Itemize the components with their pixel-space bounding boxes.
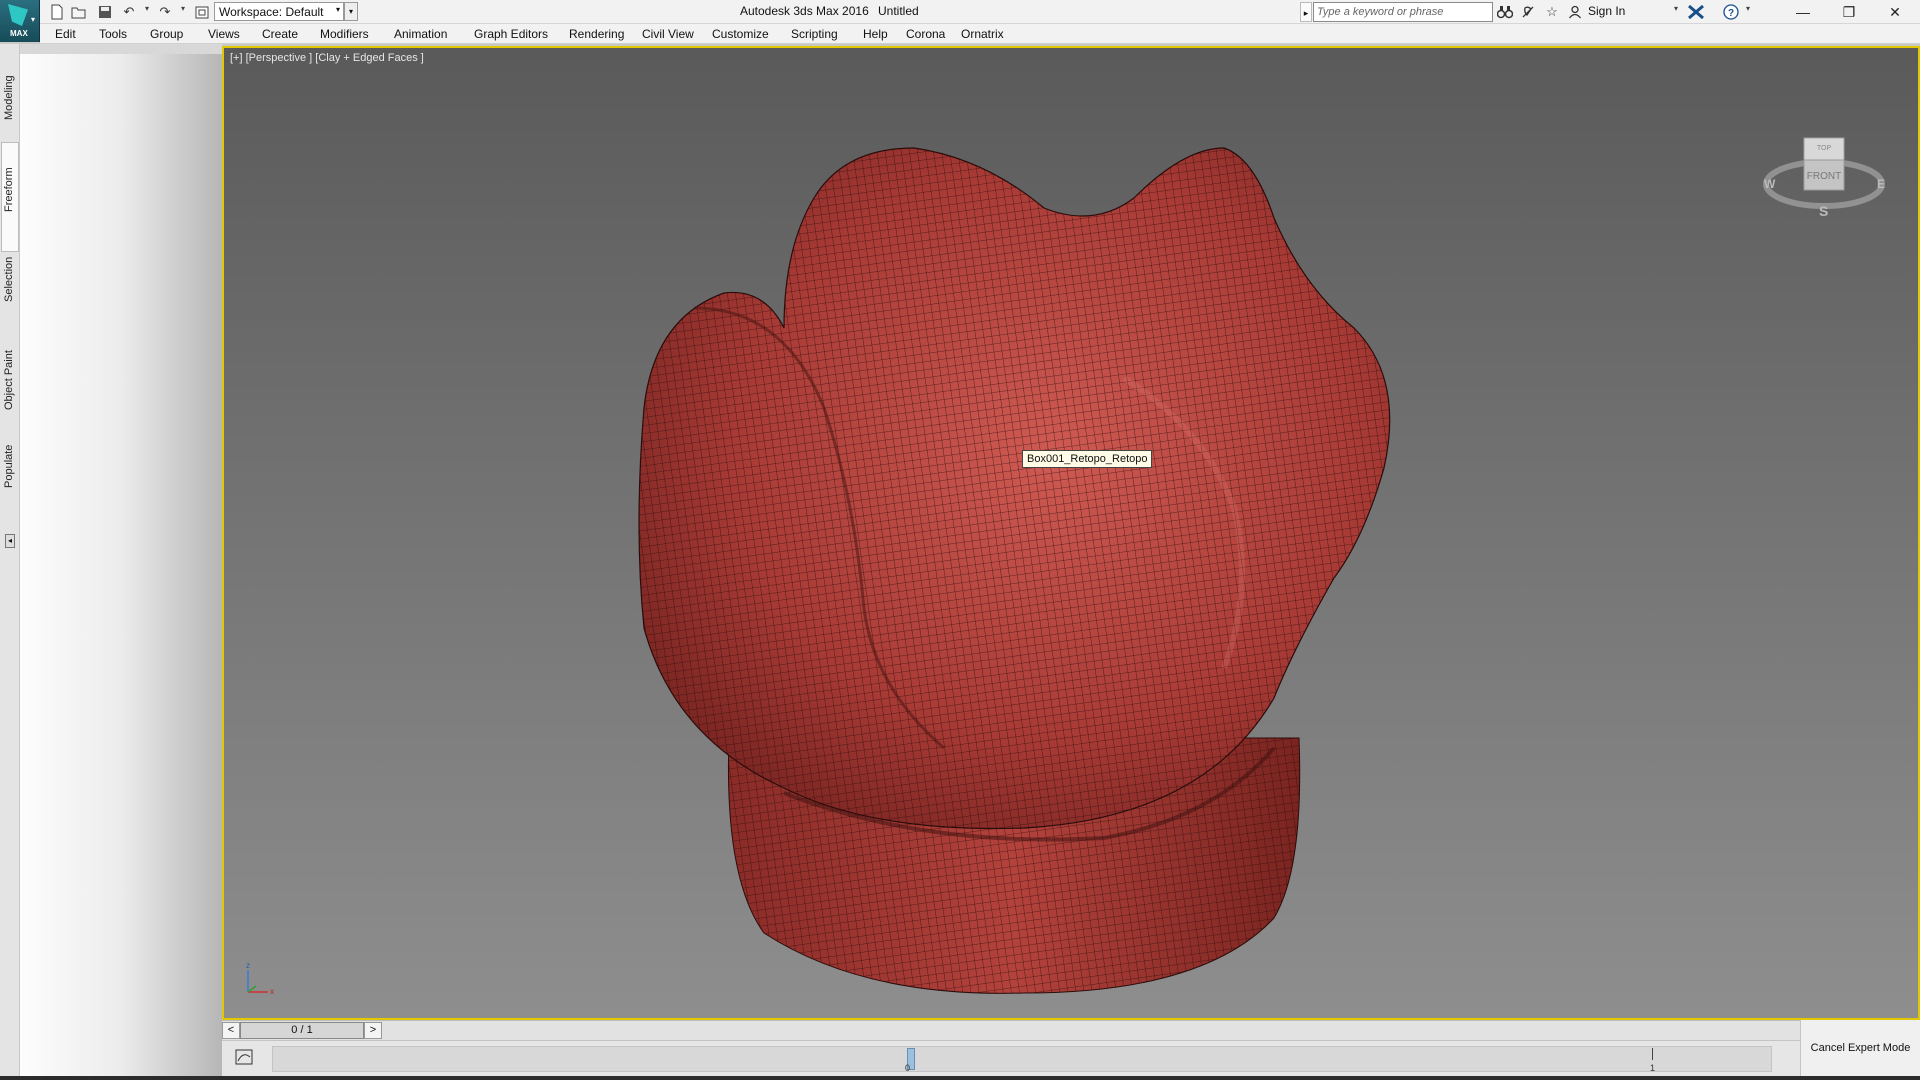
axis-x-label: x xyxy=(270,987,274,996)
redo-dropdown-icon[interactable]: ▾ xyxy=(181,4,185,13)
favorites-star-icon[interactable]: ☆ xyxy=(1543,3,1561,21)
search-expand-button[interactable]: ▸ xyxy=(1300,2,1312,22)
ribbon-minimize-toggle[interactable]: ◂ xyxy=(5,534,15,548)
max-logo-icon xyxy=(8,4,28,26)
help-icon[interactable]: ? xyxy=(1722,3,1740,21)
application-menu-button[interactable]: MAX ▾ xyxy=(0,0,40,42)
menu-civil-view[interactable]: Civil View xyxy=(642,27,694,41)
undo-icon[interactable]: ↶ xyxy=(120,3,138,21)
ribbon-tab-strip: Modeling Freeform Selection Object Paint… xyxy=(0,44,20,1080)
viewport-label[interactable]: [+] [Perspective ] [Clay + Edged Faces ] xyxy=(230,52,424,64)
viewcube-top-label: TOP xyxy=(1817,145,1832,152)
axis-tripod-icon: z x xyxy=(246,961,274,996)
quick-access-customize-button[interactable]: ▾ xyxy=(344,2,358,21)
menu-modifiers[interactable]: Modifiers xyxy=(320,27,369,41)
communication-center-icon[interactable] xyxy=(1519,3,1537,21)
time-slider-thumb[interactable]: 0 / 1 xyxy=(240,1022,364,1039)
trackbar-rail[interactable]: 0 1 xyxy=(272,1046,1772,1073)
workspace-label: Workspace: Default xyxy=(219,5,324,19)
project-folder-icon[interactable] xyxy=(193,3,211,21)
compass-south-label: S xyxy=(1819,203,1828,218)
tab-object-paint-label: Object Paint xyxy=(3,350,15,410)
menu-bar: Edit Tools Group Views Create Modifiers … xyxy=(40,24,1920,44)
viewcube-front-label: FRONT xyxy=(1807,171,1841,182)
trackbar-tick-mark xyxy=(1652,1048,1653,1060)
trackbar-tick-label: 0 xyxy=(905,1063,911,1073)
new-file-icon[interactable] xyxy=(48,3,66,21)
redo-icon[interactable]: ↷ xyxy=(156,3,174,21)
search-input[interactable] xyxy=(1313,2,1493,22)
curve-editor-icon[interactable] xyxy=(234,1049,254,1067)
save-icon[interactable] xyxy=(96,3,114,21)
compass-west-label: W xyxy=(1764,177,1776,191)
menu-create[interactable]: Create xyxy=(262,27,298,41)
menu-customize[interactable]: Customize xyxy=(712,27,769,41)
object-name-tooltip: Box001_Retopo_Retopo xyxy=(1022,450,1153,468)
compass-east-label: E xyxy=(1877,177,1885,191)
undo-dropdown-icon[interactable]: ▾ xyxy=(145,4,149,13)
viewport-canvas xyxy=(638,147,1391,994)
minimize-button[interactable]: — xyxy=(1780,0,1826,24)
menu-scripting[interactable]: Scripting xyxy=(791,27,838,41)
status-bar-edge xyxy=(0,1076,1920,1080)
menu-rendering[interactable]: Rendering xyxy=(569,27,624,41)
axis-z-label: z xyxy=(246,961,250,970)
window-title: Autodesk 3ds Max 2016 xyxy=(740,4,869,18)
menu-views[interactable]: Views xyxy=(208,27,240,41)
time-slider[interactable]: < 0 / 1 > xyxy=(222,1020,1800,1040)
restore-button[interactable]: ❐ xyxy=(1826,0,1872,24)
user-icon xyxy=(1566,3,1584,21)
tab-selection-label: Selection xyxy=(3,256,15,302)
menu-tools[interactable]: Tools xyxy=(99,27,127,41)
cancel-expert-mode-button[interactable]: Cancel Expert Mode xyxy=(1800,1020,1920,1076)
tab-freeform-label: Freeform xyxy=(3,167,15,212)
menu-group[interactable]: Group xyxy=(150,27,183,41)
menu-graph-editors[interactable]: Graph Editors xyxy=(474,27,548,41)
tab-populate-label: Populate xyxy=(3,444,15,488)
menu-animation[interactable]: Animation xyxy=(394,27,447,41)
chevron-down-icon: ▾ xyxy=(31,15,36,24)
menu-ornatrix[interactable]: Ornatrix xyxy=(961,27,1004,41)
menu-edit[interactable]: Edit xyxy=(55,27,76,41)
autodesk-exchange-icon[interactable] xyxy=(1687,3,1705,21)
time-slider-next-button[interactable]: > xyxy=(364,1022,382,1039)
close-button[interactable]: ✕ xyxy=(1872,0,1918,24)
perspective-viewport[interactable]: [+] [Perspective ] [Clay + Edged Faces ]… xyxy=(222,46,1920,1020)
sign-in-dropdown-icon[interactable]: ▾ xyxy=(1674,4,1678,13)
sign-in-link[interactable]: Sign In xyxy=(1588,4,1625,18)
tab-modeling-label: Modeling xyxy=(3,75,15,120)
app-logo-label: MAX xyxy=(10,29,28,38)
help-dropdown-icon[interactable]: ▾ xyxy=(1746,4,1750,13)
chevron-down-icon: ▾ xyxy=(335,5,340,14)
workspace-selector[interactable]: Workspace: Default ▾ xyxy=(214,2,344,21)
document-title: Untitled xyxy=(878,4,919,18)
trackbar: 0 1 xyxy=(222,1040,1800,1076)
svg-text:?: ? xyxy=(1728,8,1734,19)
ribbon-panel xyxy=(20,54,222,1078)
viewcube-icon[interactable]: TOP FRONT W E S xyxy=(1759,108,1889,218)
mesh-object[interactable] xyxy=(638,147,1391,994)
menu-corona[interactable]: Corona xyxy=(906,27,945,41)
menu-help[interactable]: Help xyxy=(863,27,888,41)
title-bar: MAX ▾ ↶ ▾ ↷ ▾ Workspace: Default ▾ ▾ Aut… xyxy=(0,0,1920,42)
open-file-icon[interactable] xyxy=(70,3,88,21)
time-slider-prev-button[interactable]: < xyxy=(222,1022,240,1039)
trackbar-tick-label: 1 xyxy=(1650,1063,1656,1073)
ribbon-panel-header xyxy=(20,44,222,54)
binoculars-icon[interactable] xyxy=(1496,3,1514,21)
